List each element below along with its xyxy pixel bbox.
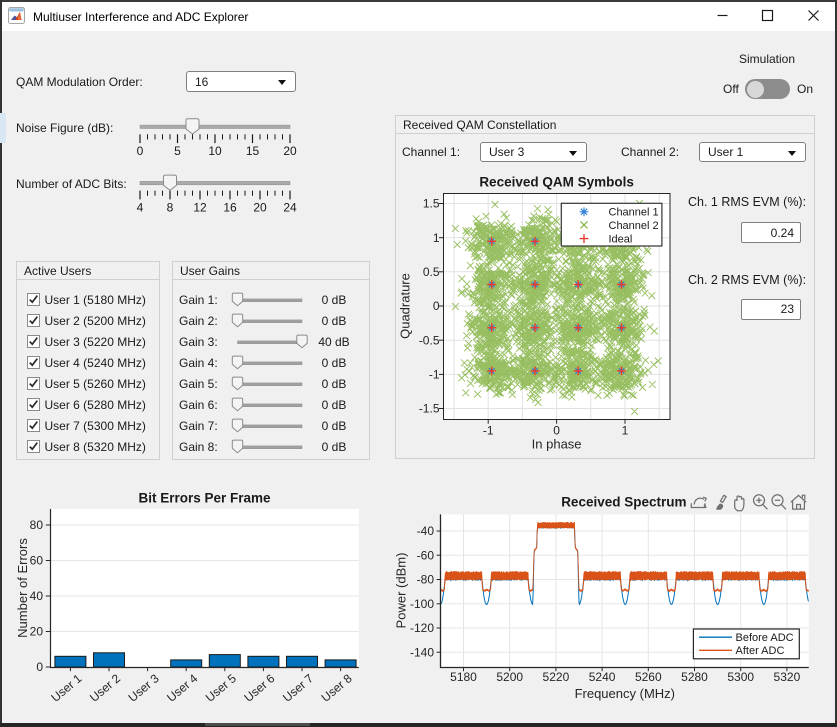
svg-text:5320: 5320: [774, 670, 801, 684]
svg-text:5260: 5260: [635, 670, 662, 684]
svg-text:Power (dBm): Power (dBm): [394, 553, 409, 629]
svg-text:5200: 5200: [496, 670, 523, 684]
svg-text:-100: -100: [410, 597, 434, 611]
svg-text:5280: 5280: [681, 670, 708, 684]
svg-text:-120: -120: [410, 621, 434, 635]
svg-text:-60: -60: [417, 549, 435, 563]
svg-text:After ADC: After ADC: [736, 645, 785, 657]
svg-text:Received Spectrum: Received Spectrum: [561, 495, 686, 510]
svg-text:-80: -80: [417, 573, 435, 587]
svg-text:Before ADC: Before ADC: [736, 632, 794, 644]
svg-text:5240: 5240: [589, 670, 616, 684]
svg-text:5180: 5180: [450, 670, 477, 684]
svg-text:Frequency (MHz): Frequency (MHz): [575, 686, 675, 701]
svg-text:-140: -140: [410, 646, 434, 660]
svg-text:5300: 5300: [727, 670, 754, 684]
svg-text:5220: 5220: [543, 670, 570, 684]
svg-text:-40: -40: [417, 524, 435, 538]
